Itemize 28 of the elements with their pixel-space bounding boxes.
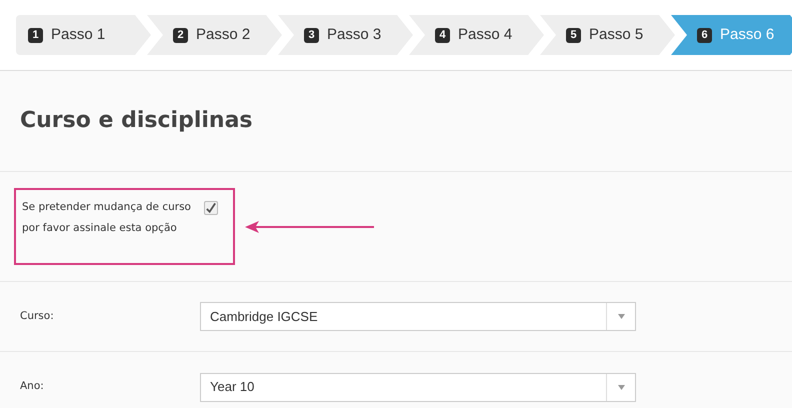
caret-icon [618,314,624,319]
step-tab[interactable]: 5 Passo 5 [540,15,675,55]
section-title: Curso e disciplinas [20,108,253,134]
step-tab[interactable]: 6 Passo 6 [671,15,792,55]
step-number: 2 [173,28,188,42]
field-label: Ano: [19,379,45,394]
caret-icon [618,384,624,390]
checkbox-label: Se pretender mudança de curso por favor assinale esta opção [22,200,192,236]
step-label: Passo 2 [196,24,250,45]
step-number: 6 [697,28,712,42]
step-number: 4 [435,28,450,42]
step-label: Passo 4 [458,24,512,45]
select-field[interactable]: Year 10 [200,372,636,402]
step-label: Passo 1 [51,24,106,45]
step-number: 3 [304,28,319,42]
step-label: Passo 6 [720,24,774,45]
step-label: Passo 3 [327,24,382,45]
step-tab[interactable]: 4 Passo 4 [409,15,544,55]
field-label: Curso: [19,308,55,324]
checkbox[interactable] [204,201,218,215]
step-tab[interactable]: 3 Passo 3 [278,15,413,55]
select-field[interactable]: Cambridge IGCSE [200,302,636,331]
step-number: 5 [566,28,581,42]
step-number: 1 [28,28,43,42]
step-tab[interactable]: 1 Passo 1 [16,15,151,55]
step-label: Passo 5 [589,24,644,45]
checkmark-icon [205,202,217,215]
step-tab[interactable]: 2 Passo 2 [147,15,282,55]
